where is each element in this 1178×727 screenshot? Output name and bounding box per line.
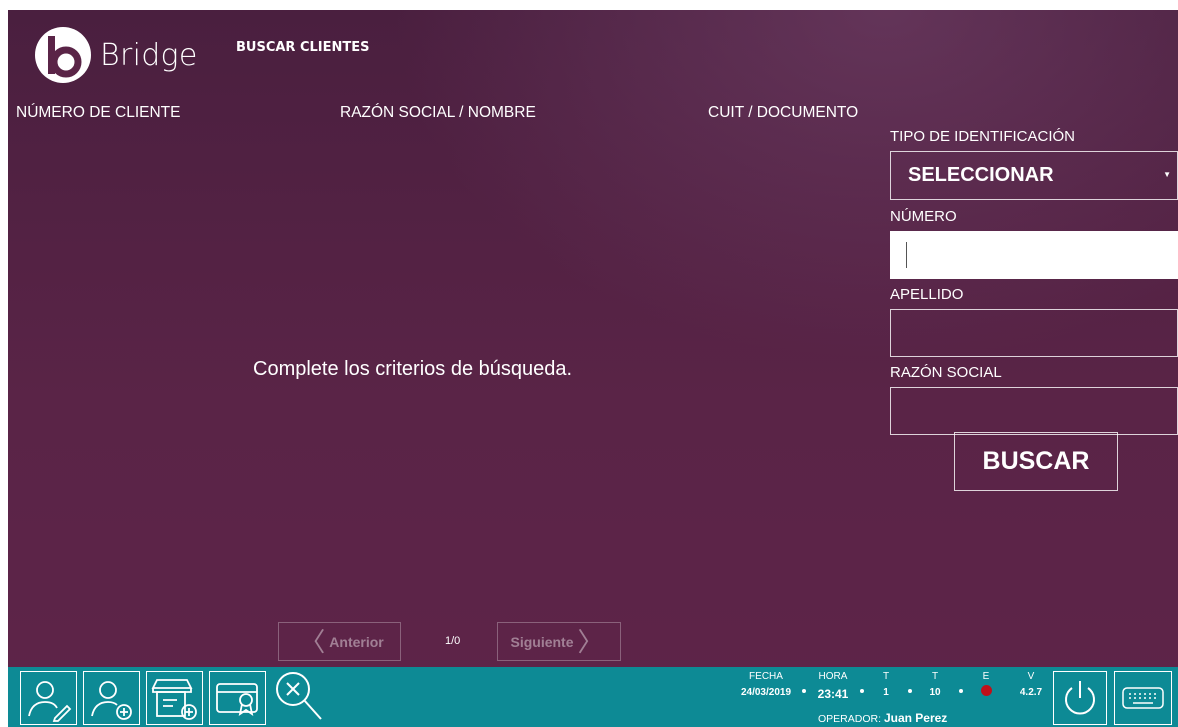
brand-name: Bridge xyxy=(100,37,198,73)
status-terminal: T 1 xyxy=(876,671,896,698)
id-type-selected-value: SELECCIONAR xyxy=(908,164,1054,186)
page-title: BUSCAR CLIENTES xyxy=(236,40,370,55)
keyboard-button[interactable] xyxy=(1114,671,1172,725)
chevron-left-icon: 〈 xyxy=(299,626,326,657)
turn-value: 10 xyxy=(929,687,941,698)
search-filters-panel: TIPO DE IDENTIFICACIÓN SELECCIONAR ▼ NÚM… xyxy=(890,128,1178,435)
version-value: 4.2.7 xyxy=(1019,687,1043,698)
turn-label: T xyxy=(931,671,939,682)
chevron-right-icon: 〉 xyxy=(577,626,604,657)
terminal-label: T xyxy=(882,671,890,682)
empty-results-message: Complete los criterios de búsqueda. xyxy=(253,358,573,380)
separator-dot xyxy=(860,689,864,693)
separator-dot xyxy=(959,689,963,693)
search-button[interactable]: BUSCAR xyxy=(954,432,1118,491)
dropdown-caret-icon: ▼ xyxy=(1163,170,1171,179)
column-header-company-name[interactable]: RAZÓN SOCIAL / NOMBRE xyxy=(340,104,536,122)
operator-info: OPERADOR: Juan Perez xyxy=(818,711,947,725)
status-version: V 4.2.7 xyxy=(1016,671,1046,698)
separator-dot xyxy=(908,689,912,693)
add-store-icon xyxy=(151,679,197,720)
status-date: FECHA 24/03/2019 xyxy=(736,671,796,698)
date-label: FECHA xyxy=(749,671,783,682)
terminal-value: 1 xyxy=(883,687,889,698)
id-type-label: TIPO DE IDENTIFICACIÓN xyxy=(890,128,1076,145)
previous-page-label: Anterior xyxy=(329,633,384,650)
column-header-cuit-document[interactable]: CUIT / DOCUMENTO xyxy=(708,104,858,122)
date-value: 24/03/2019 xyxy=(740,687,792,698)
next-page-label: Siguiente xyxy=(510,633,574,650)
add-client-icon xyxy=(90,681,132,720)
previous-page-button[interactable]: 〈 Anterior xyxy=(278,622,401,661)
search-clear-button[interactable] xyxy=(273,669,329,725)
text-cursor xyxy=(906,242,907,268)
column-header-client-number[interactable]: NÚMERO DE CLIENTE xyxy=(16,104,181,122)
edit-client-button[interactable] xyxy=(20,671,77,725)
power-button[interactable] xyxy=(1053,671,1107,725)
power-icon xyxy=(1065,681,1095,715)
add-store-button[interactable] xyxy=(146,671,203,725)
operator-label: OPERADOR: xyxy=(818,713,882,725)
search-clear-icon xyxy=(276,672,322,720)
company-name-input[interactable] xyxy=(890,387,1178,435)
time-label: HORA xyxy=(818,671,848,682)
surname-input[interactable] xyxy=(890,309,1178,357)
page-counter: 1/0 xyxy=(445,635,461,647)
connection-status-led xyxy=(980,685,992,696)
status-turn: T 10 xyxy=(925,671,945,698)
bridge-logo-icon xyxy=(35,27,91,83)
id-type-select[interactable]: SELECCIONAR ▼ xyxy=(890,151,1178,200)
time-value: 23:41 xyxy=(817,687,849,701)
loyalty-card-icon xyxy=(215,683,258,716)
add-client-button[interactable] xyxy=(83,671,140,725)
keyboard-icon xyxy=(1122,687,1164,709)
next-page-button[interactable]: Siguiente 〉 xyxy=(497,622,621,661)
operator-name: Juan Perez xyxy=(883,711,948,725)
status-connection: E xyxy=(974,671,998,696)
surname-label: APELLIDO xyxy=(890,286,964,303)
brand-logo: Bridge xyxy=(34,26,198,84)
company-name-label: RAZÓN SOCIAL xyxy=(890,364,1002,381)
bottom-toolbar: FECHA 24/03/2019 HORA 23:41 T 1 T 10 E V… xyxy=(8,667,1178,727)
status-time: HORA 23:41 xyxy=(813,671,853,701)
version-label: V xyxy=(1027,671,1035,682)
loyalty-card-button[interactable] xyxy=(209,671,266,725)
edit-client-icon xyxy=(27,681,71,722)
number-label: NÚMERO xyxy=(890,208,957,225)
connection-label: E xyxy=(982,671,990,682)
app-window: Bridge BUSCAR CLIENTES NÚMERO DE CLIENTE… xyxy=(8,10,1178,727)
separator-dot xyxy=(802,689,806,693)
number-input[interactable] xyxy=(890,231,1178,279)
